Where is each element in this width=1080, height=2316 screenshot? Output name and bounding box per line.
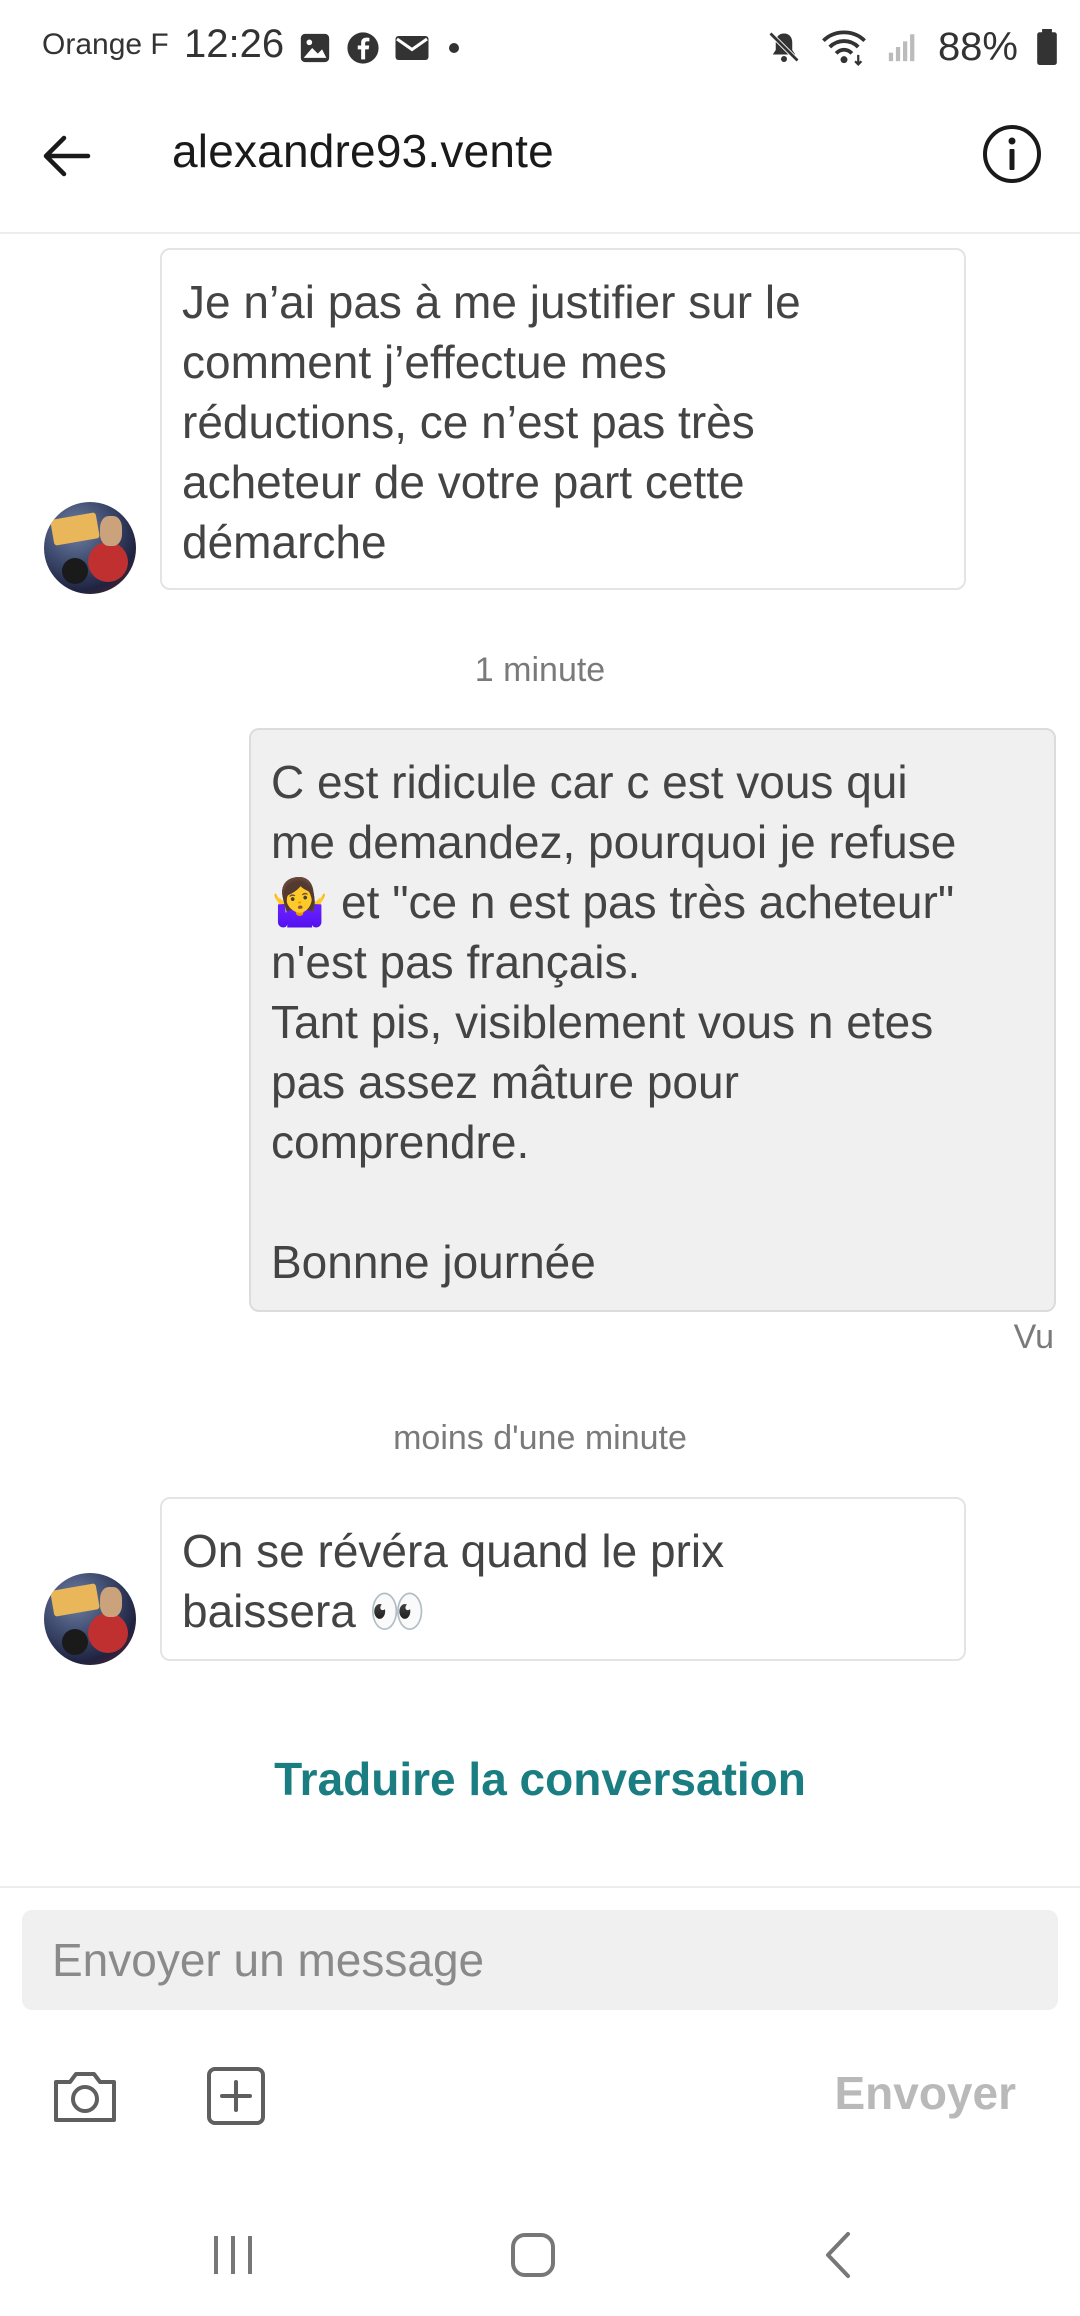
arrow-left-icon bbox=[43, 135, 91, 177]
back-nav-button[interactable] bbox=[818, 2228, 858, 2282]
avatar[interactable] bbox=[44, 1573, 136, 1665]
battery-icon bbox=[1037, 29, 1057, 65]
system-nav-bar bbox=[0, 2200, 1080, 2316]
conversation-title[interactable]: alexandre93.vente bbox=[172, 124, 554, 178]
signal-icon bbox=[888, 34, 915, 62]
dot-icon bbox=[449, 43, 459, 53]
wifi-icon bbox=[822, 30, 866, 66]
carrier-label: Orange F bbox=[42, 28, 169, 61]
add-square-icon bbox=[207, 2067, 265, 2125]
composer-divider bbox=[0, 1886, 1080, 1888]
message-bubble-received[interactable]: Je n’ai pas à me justifier sur le commen… bbox=[160, 248, 966, 590]
facebook-icon bbox=[347, 32, 379, 64]
info-button[interactable] bbox=[980, 122, 1044, 186]
back-button[interactable] bbox=[36, 126, 96, 186]
system-icons: 88% bbox=[766, 24, 1058, 70]
home-icon bbox=[511, 2233, 555, 2277]
chat-screen: Orange F 12:26 88% alexandre93.vente Je … bbox=[0, 0, 1080, 2316]
avatar[interactable] bbox=[44, 502, 136, 594]
back-icon bbox=[826, 2232, 850, 2278]
add-attachment-button[interactable] bbox=[204, 2064, 268, 2128]
recent-apps-button[interactable] bbox=[210, 2230, 256, 2280]
message-input[interactable] bbox=[22, 1910, 1058, 2010]
image-icon bbox=[300, 33, 330, 63]
seen-status: Vu bbox=[1013, 1318, 1054, 1356]
recent-apps-icon bbox=[214, 2236, 252, 2274]
battery-percent: 88% bbox=[937, 24, 1018, 69]
mute-icon bbox=[768, 31, 800, 63]
message-bubble-received[interactable]: On se révéra quand le prix baissera 👀 bbox=[160, 1497, 966, 1661]
camera-button[interactable] bbox=[50, 2066, 120, 2126]
translate-conversation-link[interactable]: Traduire la conversation bbox=[0, 1752, 1080, 1806]
message-bubble-sent[interactable]: C est ridicule car c est vous qui me dem… bbox=[249, 728, 1056, 1312]
mail-icon bbox=[395, 36, 429, 60]
home-button[interactable] bbox=[508, 2230, 558, 2280]
camera-icon bbox=[54, 2072, 116, 2122]
send-button[interactable]: Envoyer bbox=[834, 2066, 1016, 2120]
message-timestamp: 1 minute bbox=[474, 651, 606, 689]
clock: 12:26 bbox=[184, 22, 285, 66]
conversation-header: alexandre93.vente bbox=[0, 96, 1080, 234]
notification-icons bbox=[298, 28, 464, 68]
message-timestamp: moins d'une minute bbox=[393, 1419, 687, 1457]
status-bar: Orange F 12:26 88% bbox=[0, 0, 1080, 96]
info-icon bbox=[983, 125, 1041, 183]
